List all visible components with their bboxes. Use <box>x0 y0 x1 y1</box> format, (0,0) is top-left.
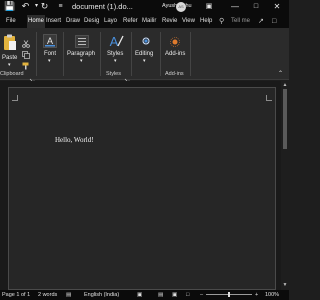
tab-view[interactable]: View <box>182 16 195 27</box>
tab-home[interactable]: Home <box>27 15 46 28</box>
avatar[interactable]: AS <box>176 2 186 12</box>
redo-icon[interactable]: ↻ <box>39 1 50 12</box>
status-bar: Page 1 of 1 2 words ▤ English (India) ▣ … <box>0 290 289 300</box>
vertical-scrollbar[interactable]: ▲ ▼ <box>281 81 289 290</box>
zoom-level[interactable]: 100% <box>265 291 279 299</box>
scroll-up-icon[interactable]: ▲ <box>282 82 288 88</box>
ribbon-tabs: File Home Insert Draw Desig Layo Refer M… <box>0 14 289 28</box>
clipboard-launcher-icon[interactable] <box>29 71 35 84</box>
save-icon[interactable]: 💾 <box>4 1 15 12</box>
ribbon-separator <box>36 32 37 76</box>
styles-icon[interactable]: A <box>108 33 124 49</box>
ribbon: Paste ▾ Clipboard A Font ▾ Paragraph ▾ A… <box>0 28 289 84</box>
cut-icon[interactable] <box>22 35 30 48</box>
tab-draw[interactable]: Draw <box>66 16 80 27</box>
add-ins-group-label: Add-ins <box>165 71 184 77</box>
tab-layout[interactable]: Layo <box>104 16 117 27</box>
editing-icon[interactable] <box>139 35 153 47</box>
language-indicator[interactable]: English (India) <box>84 291 119 299</box>
undo-icon[interactable]: ↶ <box>20 1 31 12</box>
styles-group-label: Styles <box>106 71 121 77</box>
read-mode-icon[interactable]: ▤ <box>158 291 163 299</box>
format-painter-icon[interactable] <box>22 57 30 70</box>
scroll-down-icon[interactable]: ▼ <box>282 282 288 288</box>
collapse-ribbon-icon[interactable]: ⌃ <box>278 70 283 78</box>
focus-icon[interactable]: ▣ <box>137 291 142 299</box>
customize-toolbar-icon[interactable]: ≡ <box>55 1 66 12</box>
zoom-in-icon[interactable]: + <box>255 291 258 299</box>
tab-review[interactable]: Revie <box>162 16 177 27</box>
tell-me-search[interactable]: Tell me <box>231 16 250 27</box>
font-dropdown-icon[interactable]: ▾ <box>48 57 51 65</box>
proofing-icon[interactable]: ▤ <box>66 291 71 299</box>
document-page[interactable] <box>8 87 276 290</box>
ribbon-separator <box>63 32 64 76</box>
paragraph-icon[interactable] <box>75 35 89 48</box>
word-count[interactable]: 2 words <box>38 291 57 299</box>
document-body-text[interactable]: Hello, World! <box>55 136 94 145</box>
svg-text:A: A <box>47 36 53 46</box>
tab-mailings[interactable]: Mailir <box>142 16 156 27</box>
close-icon[interactable]: ✕ <box>270 0 284 14</box>
ribbon-display-options-icon[interactable]: ▣ <box>202 0 216 14</box>
add-ins-icon[interactable] <box>169 35 181 47</box>
styles-dropdown-icon[interactable]: ▾ <box>114 57 117 65</box>
paragraph-dropdown-icon[interactable]: ▾ <box>80 57 83 65</box>
share-icon[interactable]: ↗ <box>258 16 264 27</box>
tab-insert[interactable]: Insert <box>46 16 61 27</box>
tab-references[interactable]: Refer <box>123 16 138 27</box>
ribbon-separator <box>131 32 132 76</box>
tab-design[interactable]: Desig <box>84 16 99 27</box>
ribbon-separator <box>160 32 161 76</box>
minimize-icon[interactable]: — <box>228 0 242 14</box>
ribbon-separator <box>190 32 191 76</box>
margin-corner-mark <box>266 95 272 101</box>
zoom-slider-thumb[interactable] <box>228 292 230 297</box>
copy-icon[interactable] <box>22 46 30 59</box>
ribbon-separator <box>100 32 101 76</box>
zoom-out-icon[interactable]: – <box>200 291 203 299</box>
styles-launcher-icon[interactable] <box>124 71 130 84</box>
font-icon[interactable]: A <box>43 34 57 48</box>
title-bar: 💾 ↶ ▾ ↻ ≡ document (1).do... Ayush Sahu … <box>0 0 289 14</box>
scrollbar-thumb[interactable] <box>283 89 287 149</box>
tab-help[interactable]: Help <box>200 16 212 27</box>
web-layout-icon[interactable]: □ <box>186 291 189 299</box>
clipboard-group-label: Clipboard <box>0 71 24 77</box>
lightbulb-icon[interactable]: ⚲ <box>219 16 224 27</box>
svg-text:A: A <box>110 34 119 49</box>
margin-corner-mark <box>12 95 18 101</box>
paste-dropdown-icon[interactable]: ▾ <box>8 61 11 69</box>
comments-icon[interactable]: □ <box>272 16 276 27</box>
add-ins-button[interactable]: Add-ins <box>165 50 185 58</box>
document-area <box>0 81 289 290</box>
maximize-icon[interactable]: □ <box>249 0 263 14</box>
print-layout-icon[interactable]: ▣ <box>172 291 177 299</box>
document-title: document (1).do... <box>72 2 133 11</box>
editing-dropdown-icon[interactable]: ▾ <box>143 57 146 65</box>
tab-file[interactable]: File <box>6 16 16 27</box>
page-indicator[interactable]: Page 1 of 1 <box>2 291 30 299</box>
paste-icon[interactable] <box>3 34 17 52</box>
